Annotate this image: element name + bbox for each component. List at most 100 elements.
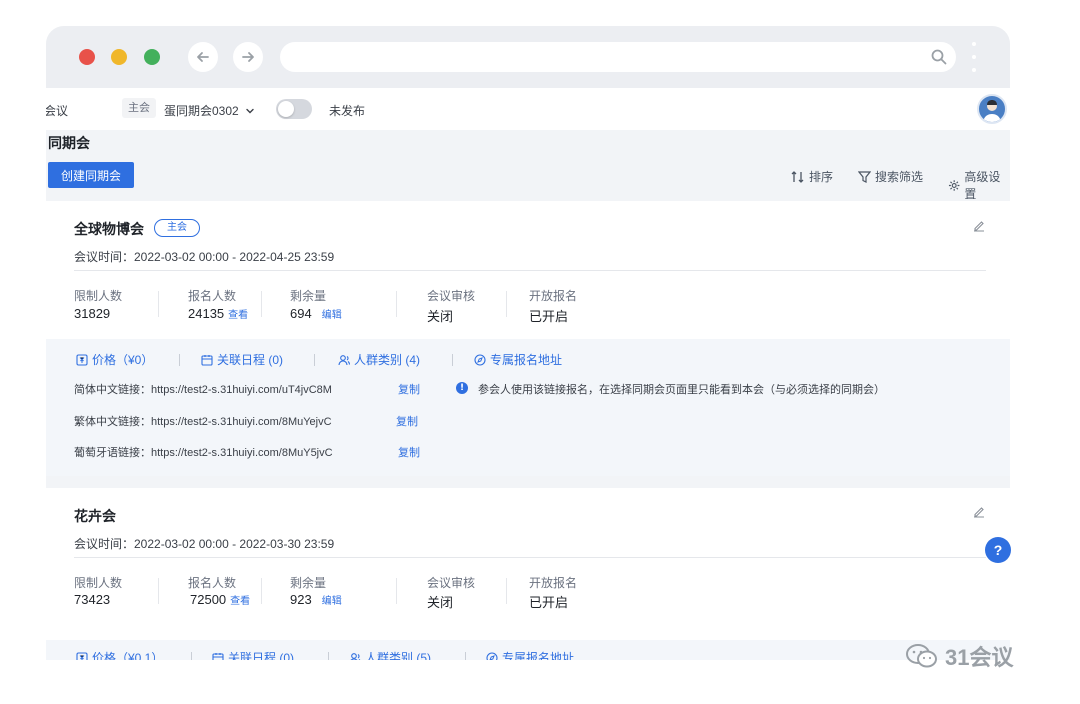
forward-button[interactable] (233, 42, 263, 72)
meeting-card: 花卉会 会议时间：2022-03-02 00:00 - 2022-03-30 2… (46, 488, 1010, 660)
copy-button[interactable]: 复制 (398, 381, 420, 397)
view-link[interactable]: 查看 (230, 596, 250, 607)
back-button[interactable] (188, 42, 218, 72)
signup-value: 24135 (188, 306, 225, 321)
advanced-settings-label: 高级设置 (964, 170, 1001, 201)
review-value: 关闭 (427, 309, 454, 324)
signup-label: 报名人数 (188, 576, 237, 590)
publish-toggle[interactable] (276, 99, 312, 119)
link-row-traditional: 繁体中文链接：https://test2-s.31huiyi.com/8MuYe… (74, 416, 332, 428)
tab-audience[interactable]: 人群类别 (5) (349, 649, 431, 660)
link-panel: 价格（¥0） 关联日程 (0) 人群类别 (4) 专属报名地址 简体中文链接：h… (46, 339, 1010, 476)
tab-schedule-label: 关联日程 (0) (217, 353, 284, 367)
meeting-name: 蛋同期会0302 (164, 104, 239, 118)
meeting-selector[interactable]: 蛋同期会0302 (164, 102, 255, 119)
divider (74, 270, 986, 271)
browser-window: 会议 主会 蛋同期会0302 未发布 同期会 创建同期会 排序 搜索筛选 高级设… (46, 26, 1010, 660)
help-button[interactable]: ? (985, 537, 1011, 563)
tab-schedule[interactable]: 关联日程 (0) (212, 649, 294, 660)
tab-address[interactable]: 专属报名地址 (486, 649, 574, 660)
page-title: 同期会 (48, 135, 90, 151)
window-maximize-dot[interactable] (144, 49, 160, 65)
calendar-icon (212, 652, 224, 660)
compass-icon (474, 353, 486, 366)
tab-address-label: 专属报名地址 (502, 651, 575, 660)
remain-value: 923 (290, 592, 312, 607)
remain-label: 剩余量 (290, 576, 327, 590)
link-tip: 参会人使用该链接报名，在选择同期会页面里只能看到本会（与必须选择的同期会） (478, 384, 885, 396)
window-close-dot[interactable] (79, 49, 95, 65)
arrow-right-icon (242, 52, 254, 62)
arrow-left-icon (197, 52, 209, 62)
gear-icon (948, 179, 960, 191)
publish-status: 未发布 (329, 104, 366, 118)
sort-icon (791, 170, 804, 183)
tab-audience-label: 人群类别 (5) (365, 651, 432, 660)
edit-icon[interactable] (972, 219, 986, 233)
watermark: 31会议 (905, 640, 1013, 672)
limit-value: 31829 (74, 306, 111, 321)
divider (74, 557, 986, 558)
section-label[interactable]: 会议 (46, 102, 68, 119)
edit-icon[interactable] (972, 505, 986, 519)
signup-label: 报名人数 (188, 289, 237, 303)
main-tag: 主会 (122, 98, 156, 118)
people-icon (350, 652, 361, 660)
filter-icon (858, 170, 871, 183)
app-top-bar: 会议 主会 蛋同期会0302 未发布 (46, 88, 1010, 130)
tab-schedule[interactable]: 关联日程 (0) (201, 351, 283, 368)
limit-value: 73423 (74, 592, 111, 607)
tab-address[interactable]: 专属报名地址 (474, 351, 562, 368)
compass-icon (486, 651, 498, 660)
open-label: 开放报名 (529, 576, 578, 590)
meeting-name: 全球物博会 (74, 221, 144, 237)
meeting-card: 全球物博会 主会 会议时间：2022-03-02 00:00 - 2022-04… (46, 201, 1010, 476)
sort-button[interactable]: 排序 (791, 168, 833, 185)
tab-audience-label: 人群类别 (4) (354, 353, 421, 367)
tab-address-label: 专属报名地址 (490, 353, 563, 367)
main-badge: 主会 (154, 219, 200, 237)
advanced-settings-button[interactable]: 高级设置 (948, 168, 1010, 202)
chevron-down-icon (246, 108, 254, 113)
filter-button[interactable]: 搜索筛选 (858, 168, 923, 185)
calendar-icon (201, 354, 213, 366)
copy-button[interactable]: 复制 (398, 444, 420, 460)
edit-link[interactable]: 编辑 (322, 596, 342, 607)
tab-price-label: 价格（¥0） (92, 353, 154, 367)
address-bar[interactable] (280, 42, 956, 72)
tab-audience[interactable]: 人群类别 (4) (338, 351, 420, 368)
open-value: 已开启 (529, 595, 569, 610)
sort-label: 排序 (809, 170, 834, 184)
tab-price[interactable]: 价格（¥0.1） (76, 649, 163, 660)
link-row-simplified: 简体中文链接：https://test2-s.31huiyi.com/uT4jv… (74, 384, 332, 396)
review-label: 会议审核 (427, 576, 476, 590)
create-button[interactable]: 创建同期会 (48, 162, 134, 188)
link-panel: 价格（¥0.1） 关联日程 (0) 人群类别 (5) 专属报名地址 (46, 640, 1010, 660)
search-icon[interactable] (930, 48, 948, 66)
window-minimize-dot[interactable] (111, 49, 127, 65)
link-row-portuguese: 葡萄牙语链接：https://test2-s.31huiyi.com/8MuY5… (74, 447, 333, 459)
meeting-time: 会议时间：2022-03-02 00:00 - 2022-03-30 23:59 (74, 537, 335, 551)
wechat-icon (906, 644, 937, 668)
kebab-menu-icon[interactable] (971, 42, 977, 72)
avatar[interactable] (977, 94, 1007, 124)
review-label: 会议审核 (427, 289, 476, 303)
signup-value: 72500 (190, 592, 227, 607)
price-icon (76, 651, 88, 660)
view-link[interactable]: 查看 (228, 310, 248, 321)
price-icon (76, 353, 88, 366)
watermark-text: 31会议 (945, 645, 1014, 670)
info-icon: ! (456, 382, 468, 394)
copy-button[interactable]: 复制 (396, 413, 418, 429)
review-value: 关闭 (427, 595, 454, 610)
remain-label: 剩余量 (290, 289, 327, 303)
limit-label: 限制人数 (74, 576, 123, 590)
filter-label: 搜索筛选 (875, 170, 924, 184)
edit-link[interactable]: 编辑 (322, 310, 342, 321)
people-icon (338, 354, 350, 365)
meeting-name: 花卉会 (74, 508, 116, 524)
limit-label: 限制人数 (74, 289, 123, 303)
remain-value: 694 (290, 306, 312, 321)
tab-price[interactable]: 价格（¥0） (76, 351, 153, 368)
meeting-time: 会议时间：2022-03-02 00:00 - 2022-04-25 23:59 (74, 250, 335, 264)
